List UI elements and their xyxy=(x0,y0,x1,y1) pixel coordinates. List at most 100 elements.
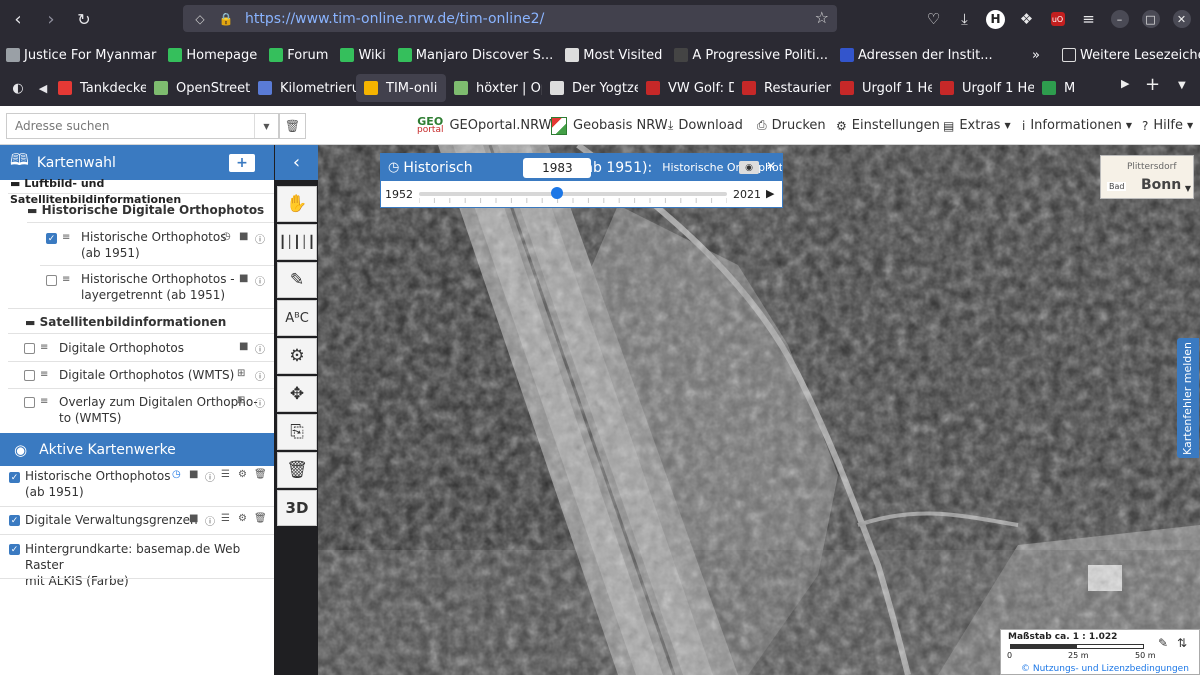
download-icon[interactable]: ⤓ xyxy=(949,6,980,32)
close-window-icon[interactable]: ✕ xyxy=(1166,6,1197,32)
menu-geoportal[interactable]: GEO portal GEOportal.NRW xyxy=(417,106,551,145)
menu-geobasis[interactable]: Geobasis NRW xyxy=(551,106,668,145)
trash-icon[interactable]: 🗑 xyxy=(254,513,267,524)
3d-view-icon[interactable]: 3D xyxy=(277,490,317,526)
tab-scroll-right-icon[interactable]: ▶ xyxy=(1121,77,1129,90)
map-canvas[interactable] xyxy=(318,145,1200,675)
square-icon[interactable]: ■ xyxy=(189,513,198,524)
browser-tab[interactable]: Kilometrieru xyxy=(250,74,356,102)
clear-search-trash-icon[interactable]: 🗑 xyxy=(279,113,306,139)
info-icon[interactable]: ⓘ xyxy=(255,368,265,383)
browser-tab[interactable]: TIM-onli✕ xyxy=(356,74,446,102)
list-tabs-icon[interactable]: ▼ xyxy=(1178,80,1186,91)
layer-historische-layergetrennt[interactable]: Historische Orthophotos - layergetrennt … xyxy=(81,271,235,303)
lock-icon[interactable]: 🔒 xyxy=(217,10,235,28)
info-icon[interactable]: ⓘ xyxy=(255,341,265,356)
active-maps-header[interactable]: ◉ Aktive Kartenwerke xyxy=(0,433,274,466)
close-icon[interactable]: ✕ xyxy=(766,159,776,173)
account-button[interactable]: H xyxy=(980,6,1011,32)
menu-informationen[interactable]: i Informationen ▼ xyxy=(1022,106,1132,145)
bookmark-item[interactable]: A Progressive Politi... xyxy=(668,43,834,67)
menu-icon[interactable]: ≡ xyxy=(1073,6,1104,32)
reload-icon[interactable]: ↻ xyxy=(69,4,99,34)
edit-scale-icon[interactable]: ✎ xyxy=(1158,636,1168,650)
year-slider-track[interactable] xyxy=(419,192,727,196)
legend-list-icon[interactable]: ☰ xyxy=(221,469,230,480)
menu-extras[interactable]: ▤ Extras ▼ xyxy=(943,106,1011,145)
add-map-button[interactable]: + xyxy=(229,154,255,172)
draw-pencil-icon[interactable]: ✎ xyxy=(277,262,317,298)
info-icon[interactable]: ⓘ xyxy=(255,395,265,410)
browser-tab[interactable]: Urgolf 1 Hec xyxy=(932,74,1034,102)
tab-scroll-left-icon[interactable]: ◀ xyxy=(36,73,50,103)
url-bar[interactable]: ◇ 🔒 https://www.tim-online.nrw.de/tim-on… xyxy=(183,5,837,32)
back-icon[interactable]: ‹ xyxy=(3,4,33,34)
tree-group-historische[interactable]: ▬ Historische Digitale Orthophotos xyxy=(27,202,264,219)
square-icon[interactable]: ■ xyxy=(239,341,248,352)
square-icon[interactable]: ■ xyxy=(189,469,198,480)
visibility-eye-icon[interactable]: ◉ xyxy=(739,161,759,174)
browser-tab[interactable]: Restaurierur xyxy=(734,74,832,102)
extensions-icon[interactable]: ❖ xyxy=(1011,6,1042,32)
url-text[interactable]: https://www.tim-online.nrw.de/tim-online… xyxy=(245,11,544,27)
layer-historische-orthophotos[interactable]: Historische Orthophotos (ab 1951) xyxy=(81,229,226,261)
layer-overlay-orthophoto[interactable]: Overlay zum Digitalen Orthopho- to (WMTS… xyxy=(59,394,258,426)
search-input[interactable]: Adresse suchen xyxy=(15,119,254,133)
shield-icon[interactable]: ◇ xyxy=(191,10,209,28)
firefox-view-icon[interactable]: ◐ xyxy=(3,73,33,103)
legend-list-icon[interactable]: ☰ xyxy=(221,513,230,524)
grid-icon[interactable]: ⊞ xyxy=(237,395,245,406)
checkbox-digitale-orthophotos[interactable] xyxy=(24,343,35,354)
browser-tab[interactable]: höxter | Op xyxy=(446,74,542,102)
trash-icon[interactable]: 🗑 xyxy=(254,469,267,480)
maximize-icon[interactable]: □ xyxy=(1135,6,1166,32)
minimize-icon[interactable]: – xyxy=(1104,6,1135,32)
bookmark-item[interactable]: Homepage xyxy=(162,43,263,67)
tree-group-satellit[interactable]: ▬ Satellitenbildinformationen xyxy=(25,314,226,331)
pocket-icon[interactable]: ♡ xyxy=(918,6,949,32)
overview-map[interactable]: Plittersdorf Bad Bonn ▼ xyxy=(1100,155,1194,199)
browser-tab[interactable]: OpenStreetI xyxy=(146,74,250,102)
edit-gear-icon[interactable]: ⚙ xyxy=(277,338,317,374)
menu-hilfe[interactable]: ? Hilfe ▼ xyxy=(1142,106,1193,145)
grid-icon[interactable]: ⊞ xyxy=(237,368,245,379)
checkbox-overlay-orthophoto[interactable] xyxy=(24,397,35,408)
forward-icon[interactable]: › xyxy=(36,4,66,34)
active-layer-hintergrundkarte[interactable]: Hintergrundkarte: basemap.de Web Raster … xyxy=(25,541,274,589)
clock-icon[interactable]: ◷ xyxy=(222,231,231,242)
menu-einstellungen[interactable]: ⚙ Einstellungen xyxy=(836,106,940,145)
gear-icon[interactable]: ⚙ xyxy=(238,469,247,480)
square-icon[interactable]: ■ xyxy=(239,231,248,242)
chevron-down-icon[interactable]: ▼ xyxy=(1185,184,1191,193)
menu-drucken[interactable]: ⎙ Drucken xyxy=(757,106,826,145)
checkbox-active-verwaltungsgrenzen[interactable]: ✓ xyxy=(9,515,20,526)
layer-digitale-orthophotos-wmts[interactable]: Digitale Orthophotos (WMTS) xyxy=(59,367,234,383)
info-icon[interactable]: ⓘ xyxy=(255,273,265,288)
sort-icon[interactable]: ⇅ xyxy=(1177,636,1187,650)
bookmark-item[interactable]: Justice For Myanmar xyxy=(0,43,162,67)
active-layer-verwaltungsgrenzen[interactable]: Digitale Verwaltungsgrenzen xyxy=(25,512,198,528)
checkbox-digitale-orthophotos-wmts[interactable] xyxy=(24,370,35,381)
bookmark-item[interactable]: Manjaro Discover S... xyxy=(392,43,559,67)
bookmark-star-icon[interactable]: ☆ xyxy=(815,8,829,27)
report-map-error-tab[interactable]: Kartenfehler melden xyxy=(1177,338,1199,458)
collapse-panel-chevron-icon[interactable]: ‹ xyxy=(275,145,318,180)
bookmark-item[interactable]: Forum xyxy=(263,43,334,67)
address-search[interactable]: Adresse suchen ▼ xyxy=(6,113,279,139)
browser-tab[interactable]: Der Yogtze-I xyxy=(542,74,638,102)
measure-ruler-icon[interactable]: ┃│┃│┃ xyxy=(277,224,317,260)
more-bookmarks-folder[interactable]: Weitere Lesezeichen xyxy=(1056,43,1200,67)
browser-tab[interactable]: M xyxy=(1034,74,1074,102)
menu-download[interactable]: ⤓ Download xyxy=(668,106,743,145)
more-bookmarks-chevron-icon[interactable]: » xyxy=(1026,43,1046,67)
move-arrows-icon[interactable]: ✥ xyxy=(277,376,317,412)
text-abc-icon[interactable]: AᴮC xyxy=(277,300,317,336)
square-icon[interactable]: ■ xyxy=(239,273,248,284)
clock-icon[interactable]: ◷ xyxy=(172,469,181,480)
ublock-icon[interactable]: uO xyxy=(1042,6,1073,32)
checkbox-historische-layergetrennt[interactable] xyxy=(46,275,57,286)
bookmark-item[interactable]: Wiki xyxy=(334,43,391,67)
checkbox-active-hintergrundkarte[interactable]: ✓ xyxy=(9,544,20,555)
play-icon[interactable]: ▶ xyxy=(766,187,774,200)
checkbox-active-historische[interactable]: ✓ xyxy=(9,472,20,483)
